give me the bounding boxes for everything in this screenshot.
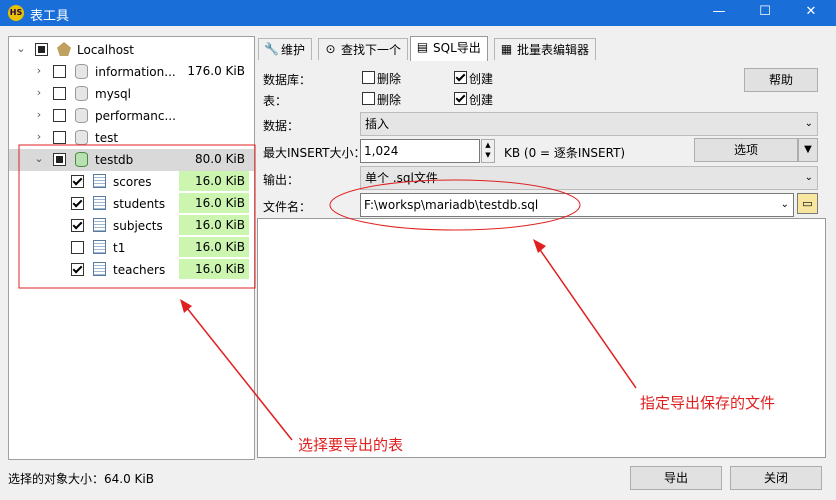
annotation-layer: [18, 144, 637, 441]
annotation-box: [18, 144, 256, 289]
annotation-arrow: [182, 302, 293, 441]
close-button[interactable]: 关闭: [730, 466, 822, 490]
annotation-arrowhead: [533, 239, 546, 253]
annotation-tables-note: 选择要导出的表: [298, 436, 404, 454]
annotation-file-note: 指定导出保存的文件: [640, 394, 776, 412]
annotation-ellipse: [329, 179, 581, 231]
export-button[interactable]: 导出: [630, 466, 722, 490]
status-text: 选择的对象大小：64.0 KiB: [8, 472, 154, 486]
annotation-arrow: [535, 243, 637, 389]
